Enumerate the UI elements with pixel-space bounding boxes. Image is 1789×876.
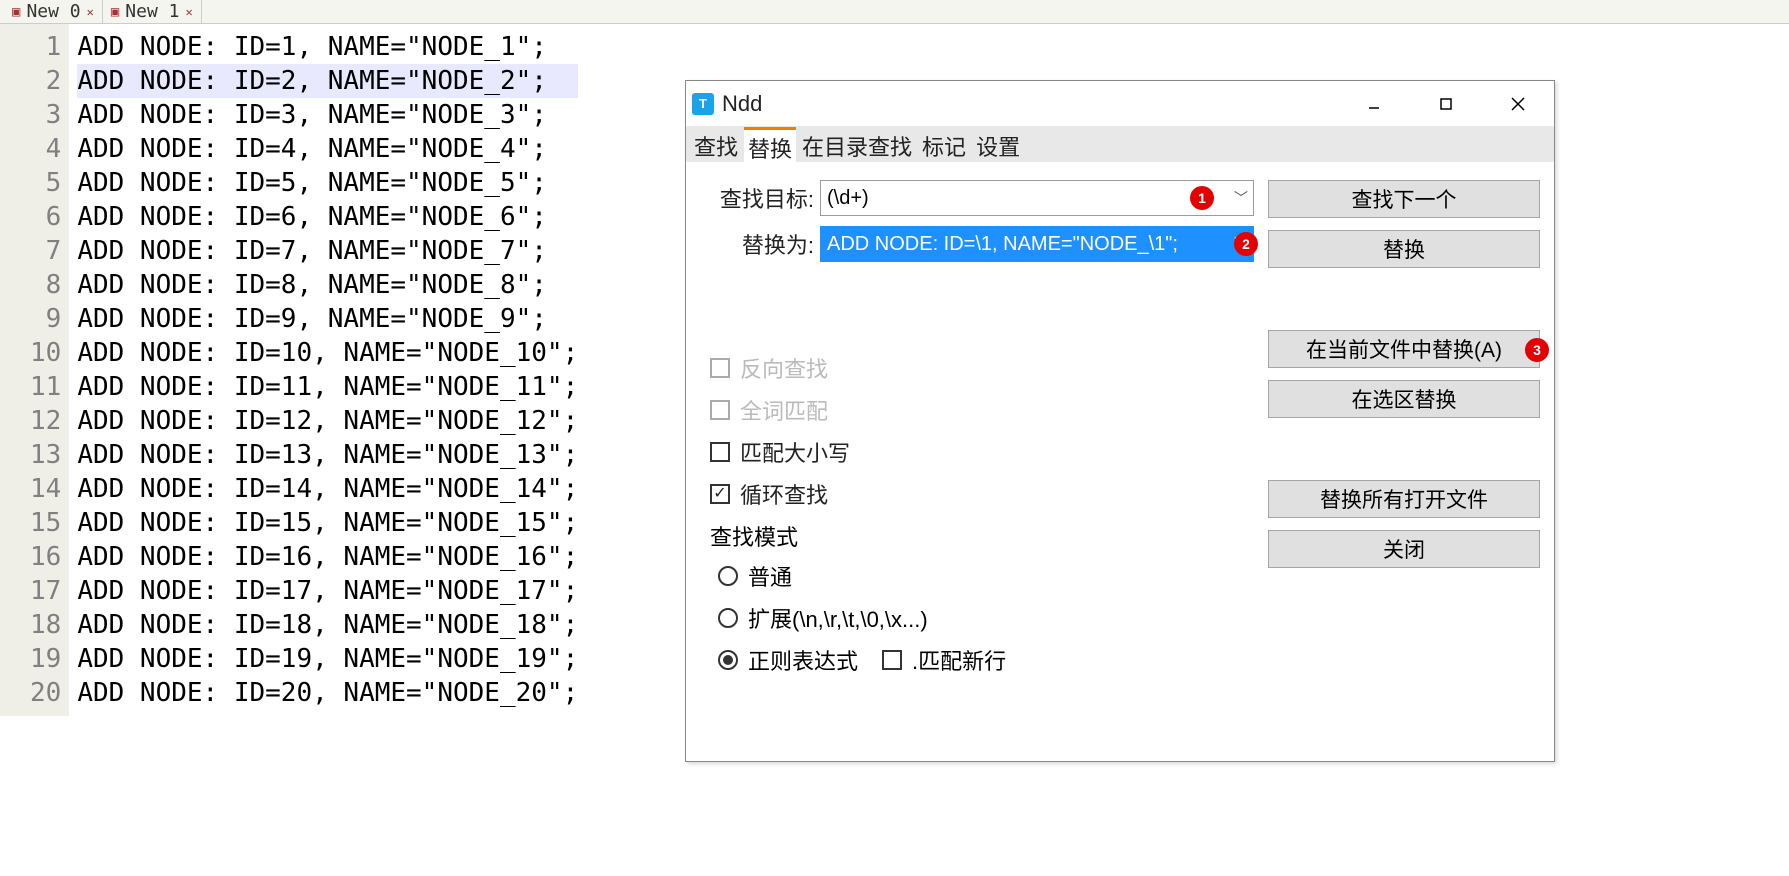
code-line[interactable]: ADD NODE: ID=12, NAME="NODE_12"; bbox=[77, 404, 578, 438]
checkbox-wrap-label: 循环查找 bbox=[740, 478, 828, 510]
checkbox-matchcase[interactable] bbox=[710, 442, 730, 462]
code-line[interactable]: ADD NODE: ID=18, NAME="NODE_18"; bbox=[77, 608, 578, 642]
code-line[interactable]: ADD NODE: ID=16, NAME="NODE_16"; bbox=[77, 540, 578, 574]
maximize-button[interactable] bbox=[1426, 89, 1466, 119]
find-next-button[interactable]: 查找下一个 bbox=[1268, 180, 1540, 218]
unsaved-icon: ▣ bbox=[12, 4, 20, 20]
tab-mark[interactable]: 标记 bbox=[918, 128, 970, 164]
radio-normal-label: 普通 bbox=[748, 560, 792, 592]
replace-label: 替换为: bbox=[700, 228, 820, 260]
code-line[interactable]: ADD NODE: ID=2, NAME="NODE_2"; bbox=[77, 64, 578, 98]
replace-button[interactable]: 替换 bbox=[1268, 230, 1540, 268]
tab-find[interactable]: 查找 bbox=[690, 128, 742, 164]
checkbox-matchcase-label: 匹配大小写 bbox=[740, 436, 850, 468]
unsaved-icon: ▣ bbox=[111, 4, 119, 20]
code-line[interactable]: ADD NODE: ID=1, NAME="NODE_1"; bbox=[77, 30, 578, 64]
dialog-app-icon: T bbox=[692, 93, 714, 115]
code-line[interactable]: ADD NODE: ID=6, NAME="NODE_6"; bbox=[77, 200, 578, 234]
code-line[interactable]: ADD NODE: ID=5, NAME="NODE_5"; bbox=[77, 166, 578, 200]
replace-input[interactable] bbox=[820, 226, 1254, 262]
code-line[interactable]: ADD NODE: ID=8, NAME="NODE_8"; bbox=[77, 268, 578, 302]
code-line[interactable]: ADD NODE: ID=20, NAME="NODE_20"; bbox=[77, 676, 578, 710]
tab-bar: ▣ New 0 ✕ ▣ New 1 ✕ bbox=[0, 0, 1789, 24]
code-line[interactable]: ADD NODE: ID=4, NAME="NODE_4"; bbox=[77, 132, 578, 166]
code-line[interactable]: ADD NODE: ID=7, NAME="NODE_7"; bbox=[77, 234, 578, 268]
checkbox-wholeword bbox=[710, 400, 730, 420]
replace-all-in-file-button[interactable]: 在当前文件中替换(A) 3 bbox=[1268, 330, 1540, 368]
tab-new-1[interactable]: ▣ New 1 ✕ bbox=[103, 0, 202, 24]
tab-label: New 1 bbox=[125, 1, 179, 22]
radio-regex[interactable] bbox=[718, 650, 738, 670]
radio-extended-label: 扩展(\n,\r,\t,\0,\x...) bbox=[748, 602, 928, 634]
radio-regex-label: 正则表达式 bbox=[748, 644, 858, 676]
callout-badge-3: 3 bbox=[1525, 338, 1549, 362]
find-replace-dialog: T Ndd 查找 替换 在目录查找 标记 设置 查找目标: ﹀ bbox=[685, 80, 1555, 762]
callout-badge-2: 2 bbox=[1234, 232, 1258, 256]
code-line[interactable]: ADD NODE: ID=19, NAME="NODE_19"; bbox=[77, 642, 578, 676]
tab-settings[interactable]: 设置 bbox=[972, 128, 1024, 164]
code-line[interactable]: ADD NODE: ID=11, NAME="NODE_11"; bbox=[77, 370, 578, 404]
code-line[interactable]: ADD NODE: ID=15, NAME="NODE_15"; bbox=[77, 506, 578, 540]
code-line[interactable]: ADD NODE: ID=3, NAME="NODE_3"; bbox=[77, 98, 578, 132]
search-mode-heading: 查找模式 bbox=[710, 520, 1254, 552]
checkbox-reverse bbox=[710, 358, 730, 378]
dialog-title: Ndd bbox=[722, 91, 762, 117]
checkbox-wholeword-label: 全词匹配 bbox=[740, 394, 828, 426]
tab-find-in-dir[interactable]: 在目录查找 bbox=[798, 128, 916, 164]
close-icon[interactable]: ✕ bbox=[87, 5, 94, 19]
code-line[interactable]: ADD NODE: ID=10, NAME="NODE_10"; bbox=[77, 336, 578, 370]
replace-all-open-files-button[interactable]: 替换所有打开文件 bbox=[1268, 480, 1540, 518]
line-number-gutter: 1 2 3 4 5 6 7 8 9 10 11 12 13 14 15 16 1… bbox=[0, 24, 69, 716]
callout-badge-1: 1 bbox=[1190, 186, 1214, 210]
tab-replace[interactable]: 替换 bbox=[744, 127, 796, 166]
checkbox-dot-newline[interactable] bbox=[882, 650, 902, 670]
close-dialog-button[interactable]: 关闭 bbox=[1268, 530, 1540, 568]
code-line[interactable]: ADD NODE: ID=9, NAME="NODE_9"; bbox=[77, 302, 578, 336]
code-area[interactable]: ADD NODE: ID=1, NAME="NODE_1";ADD NODE: … bbox=[69, 24, 578, 716]
find-input[interactable] bbox=[820, 180, 1254, 216]
code-line[interactable]: ADD NODE: ID=13, NAME="NODE_13"; bbox=[77, 438, 578, 472]
find-label: 查找目标: bbox=[700, 182, 820, 214]
close-button[interactable] bbox=[1498, 89, 1538, 119]
checkbox-reverse-label: 反向查找 bbox=[740, 352, 828, 384]
chevron-down-icon[interactable]: ﹀ bbox=[1234, 188, 1248, 208]
code-line[interactable]: ADD NODE: ID=14, NAME="NODE_14"; bbox=[77, 472, 578, 506]
checkbox-dot-newline-label: .匹配新行 bbox=[912, 644, 1006, 676]
window-controls bbox=[1354, 89, 1548, 119]
tab-label: New 0 bbox=[26, 1, 80, 22]
minimize-button[interactable] bbox=[1354, 89, 1394, 119]
checkbox-wrap[interactable] bbox=[710, 484, 730, 504]
code-line[interactable]: ADD NODE: ID=17, NAME="NODE_17"; bbox=[77, 574, 578, 608]
close-icon[interactable]: ✕ bbox=[185, 5, 192, 19]
radio-normal[interactable] bbox=[718, 566, 738, 586]
tab-new-0[interactable]: ▣ New 0 ✕ bbox=[4, 0, 103, 24]
radio-extended[interactable] bbox=[718, 608, 738, 628]
replace-in-selection-button[interactable]: 在选区替换 bbox=[1268, 380, 1540, 418]
dialog-tabs: 查找 替换 在目录查找 标记 设置 bbox=[686, 126, 1554, 162]
dialog-titlebar[interactable]: T Ndd bbox=[686, 81, 1554, 126]
